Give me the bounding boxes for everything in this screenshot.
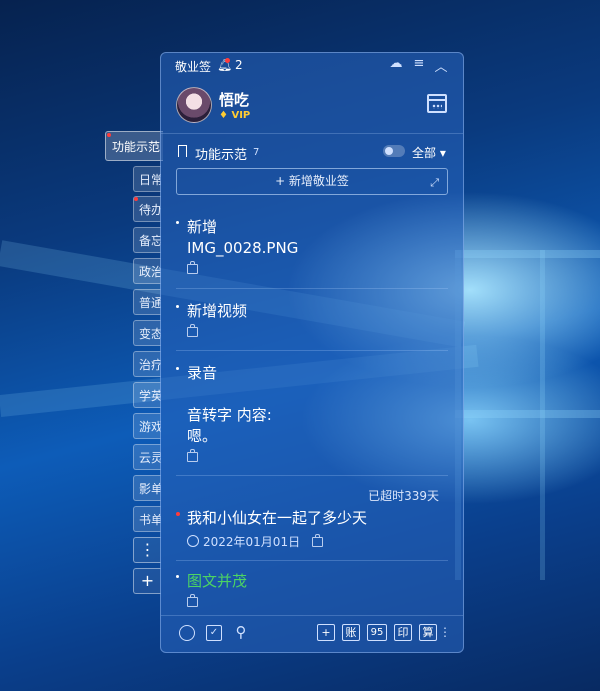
lock-icon[interactable] xyxy=(187,449,198,462)
side-tab[interactable]: 备忘 xyxy=(133,227,161,253)
tool-ledger-button[interactable]: 账 xyxy=(342,624,360,641)
sticky-note-panel: 敬业签 🔔︎ 2 ☁ ≡ ︿ 悟吃 ♦ VIP 功能示范 7 全部 ▾ + 新增… xyxy=(160,52,464,653)
category-row: 功能示范 7 全部 ▾ xyxy=(161,141,463,163)
lock-icon[interactable] xyxy=(187,594,198,607)
side-tab[interactable]: 学英 xyxy=(133,382,161,408)
category-count: 7 xyxy=(253,147,260,158)
username: 悟吃 xyxy=(219,91,250,109)
vip-label: VIP xyxy=(231,110,251,121)
note-bullet xyxy=(176,367,179,370)
clock-icon xyxy=(187,535,199,547)
cloud-sync-icon[interactable]: ☁ xyxy=(387,56,405,74)
bottom-toolbar: ✓ ⚲ + 账 95 印 算 ⋮ xyxy=(161,616,463,652)
reminder-date: 2022年01月01日 xyxy=(187,533,448,550)
more-tabs-button[interactable]: ⋮ xyxy=(133,537,161,563)
wallpaper-beam xyxy=(455,250,600,258)
side-tab[interactable]: 游戏 xyxy=(133,413,161,439)
side-tab[interactable]: 云灵 xyxy=(133,444,161,470)
date-text: 2022年01月01日 xyxy=(203,535,301,549)
side-tab-active[interactable]: 功能示范 xyxy=(105,131,163,161)
divider xyxy=(176,560,448,561)
vip-badge: ♦ VIP xyxy=(219,110,251,121)
side-tab[interactable]: 书单 xyxy=(133,506,161,532)
side-tab[interactable]: 治疗 xyxy=(133,351,161,377)
overdue-label: 已超时339天 xyxy=(368,489,439,503)
divider xyxy=(161,133,463,134)
bell-icon[interactable]: 🔔︎ xyxy=(217,58,232,72)
menu-icon[interactable]: ≡ xyxy=(410,56,428,74)
tool-95-button[interactable]: 95 xyxy=(367,624,387,641)
note-text: 新增视频 xyxy=(187,302,248,320)
avatar[interactable] xyxy=(176,87,212,123)
tool-add-button[interactable]: + xyxy=(317,624,335,641)
divider xyxy=(176,475,448,476)
note-text: 我和小仙女在一起了多少天 xyxy=(187,509,368,527)
lock-icon[interactable] xyxy=(311,534,323,547)
wallpaper-beam xyxy=(455,410,600,418)
more-icon[interactable]: ⋮ xyxy=(439,625,451,641)
clock-icon[interactable] xyxy=(179,625,195,641)
add-note-button[interactable]: + 新增敬业签 ⤢ xyxy=(176,168,448,195)
side-tab[interactable]: 日常 xyxy=(133,166,161,192)
divider xyxy=(176,350,448,351)
divider xyxy=(176,288,448,289)
note-text: 录音 音转字 内容: 嗯。 xyxy=(187,364,272,445)
note-bullet xyxy=(176,305,179,308)
note-item[interactable]: 新增 IMG_0028.PNG xyxy=(176,217,448,278)
note-bullet xyxy=(176,221,179,224)
notification-count: 2 xyxy=(235,58,243,72)
note-item[interactable]: 新增视频 xyxy=(176,301,448,341)
lock-icon[interactable] xyxy=(187,324,198,337)
side-tab[interactable]: 影单 xyxy=(133,475,161,501)
calendar-icon[interactable] xyxy=(427,94,447,113)
wallpaper-beam xyxy=(540,250,545,580)
side-tab[interactable]: 普通 xyxy=(133,289,161,315)
lock-icon[interactable] xyxy=(187,261,198,274)
checklist-icon[interactable]: ✓ xyxy=(206,625,222,641)
expand-icon[interactable]: ⤢ xyxy=(430,170,439,195)
filter-dropdown[interactable]: 全部 ▾ xyxy=(412,144,446,161)
tool-calc-button[interactable]: 算 xyxy=(419,624,437,641)
app-title: 敬业签 xyxy=(175,60,212,74)
title-bar: 敬业签 🔔︎ 2 ☁ ≡ ︿ xyxy=(161,53,463,77)
note-item[interactable]: 图文并茂 xyxy=(176,571,448,611)
note-text: 图文并茂 xyxy=(187,572,248,590)
add-note-label: + 新增敬业签 xyxy=(275,174,349,188)
note-item[interactable]: 录音 音转字 内容: 嗯。 xyxy=(176,363,448,466)
category-label: 功能示范 xyxy=(195,148,248,163)
add-tab-button[interactable]: + xyxy=(133,568,161,594)
note-text: 新增 IMG_0028.PNG xyxy=(187,218,299,257)
note-bullet xyxy=(176,575,179,578)
search-icon[interactable]: ⚲ xyxy=(233,625,249,641)
side-tab[interactable]: 变态 xyxy=(133,320,161,346)
chevron-up-icon[interactable]: ︿ xyxy=(432,56,450,75)
note-bullet xyxy=(176,512,180,516)
bookmark-icon xyxy=(178,145,187,157)
side-tab[interactable]: 待办 xyxy=(133,196,161,222)
note-item[interactable]: 我和小仙女在一起了多少天 2022年01月01日 xyxy=(176,508,448,550)
filter-label: 全部 xyxy=(412,146,437,160)
tool-print-button[interactable]: 印 xyxy=(394,624,412,641)
side-tab[interactable]: 政治 xyxy=(133,258,161,284)
view-toggle[interactable] xyxy=(383,145,405,157)
